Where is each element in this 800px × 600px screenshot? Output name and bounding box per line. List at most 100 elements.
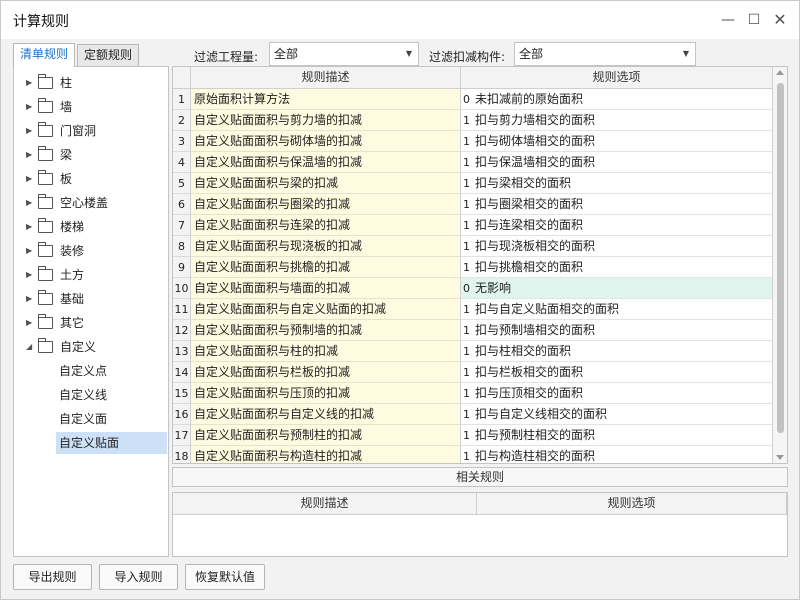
tree-node[interactable]: ▶ 梁: [14, 143, 168, 167]
caret-right-icon[interactable]: ▶: [26, 239, 32, 263]
rule-description: 自定义贴面面积与梁的扣减: [191, 173, 461, 194]
caret-down-icon[interactable]: ◢: [26, 335, 32, 359]
rule-option-cell[interactable]: 1 扣与圈梁相交的面积: [461, 194, 773, 215]
table-row: 14 自定义贴面面积与栏板的扣减 1 扣与栏板相交的面积: [173, 362, 773, 383]
table-row: 7 自定义贴面面积与连梁的扣减 1 扣与连梁相交的面积: [173, 215, 773, 236]
restore-defaults-button[interactable]: 恢复默认值: [185, 564, 265, 590]
rule-description: 原始面积计算方法: [191, 89, 461, 110]
caret-right-icon[interactable]: ▶: [26, 71, 32, 95]
table-row: 2 自定义贴面面积与剪力墙的扣减 1 扣与剪力墙相交的面积: [173, 110, 773, 131]
caret-right-icon[interactable]: ▶: [26, 287, 32, 311]
table-row: 9 自定义贴面面积与挑檐的扣减 1 扣与挑檐相交的面积: [173, 257, 773, 278]
tree-node[interactable]: ▶ 空心楼盖: [14, 191, 168, 215]
tree-node-label: 柱: [60, 76, 73, 90]
tree-node[interactable]: ▶ 基础: [14, 287, 168, 311]
rule-option-cell[interactable]: 1 扣与剪力墙相交的面积: [461, 110, 773, 131]
tree-node-label: 梁: [60, 148, 73, 162]
filter-project-select[interactable]: 全部 ▼: [269, 42, 419, 66]
row-number: 7: [173, 215, 191, 236]
scroll-down-icon[interactable]: [776, 455, 784, 460]
export-rules-button[interactable]: 导出规则: [13, 564, 92, 590]
caret-right-icon[interactable]: ▶: [26, 215, 32, 239]
chevron-down-icon: ▼: [405, 49, 412, 58]
tab-list-rules[interactable]: 清单规则: [13, 43, 76, 67]
filter-deduct-select[interactable]: 全部 ▼: [514, 42, 696, 66]
vertical-scrollbar[interactable]: [773, 67, 787, 463]
caret-right-icon[interactable]: ▶: [26, 119, 32, 143]
folder-icon: [37, 74, 53, 89]
rule-option-cell[interactable]: 1 扣与预制墙相交的面积: [461, 320, 773, 341]
rule-option-text: 扣与柱相交的面积: [475, 344, 572, 358]
tab-quota-rules[interactable]: 定额规则: [77, 44, 140, 66]
caret-right-icon[interactable]: ▶: [26, 263, 32, 287]
rule-option-cell[interactable]: 1 扣与柱相交的面积: [461, 341, 773, 362]
rule-option-code: 1: [463, 429, 470, 442]
caret-right-icon[interactable]: ▶: [26, 95, 32, 119]
tree-node[interactable]: ▶ 板: [14, 167, 168, 191]
option-column-header: 规则选项: [461, 67, 773, 89]
rule-option-cell[interactable]: 1 扣与砌体墙相交的面积: [461, 131, 773, 152]
rule-option-cell[interactable]: 1 扣与构造柱相交的面积: [461, 446, 773, 463]
rule-option-cell[interactable]: 1 扣与现浇板相交的面积: [461, 236, 773, 257]
rule-option-cell[interactable]: 1 扣与预制柱相交的面积: [461, 425, 773, 446]
caret-right-icon[interactable]: ▶: [26, 143, 32, 167]
caret-right-icon[interactable]: ▶: [26, 311, 32, 335]
tree-child-item[interactable]: 自定义贴面: [56, 432, 167, 454]
tree-node[interactable]: ◢ 自定义: [14, 335, 168, 359]
rule-option-cell[interactable]: 1 扣与连梁相交的面积: [461, 215, 773, 236]
tree-node[interactable]: ▶ 土方: [14, 263, 168, 287]
tree-child-item[interactable]: 自定义线: [56, 384, 107, 406]
maximize-icon[interactable]: ☐: [743, 9, 765, 31]
folder-icon: [37, 338, 53, 353]
rule-option-code: 1: [463, 408, 470, 421]
import-rules-button[interactable]: 导入规则: [99, 564, 178, 590]
caret-right-icon[interactable]: ▶: [26, 191, 32, 215]
caret-right-icon[interactable]: ▶: [26, 167, 32, 191]
tree-node[interactable]: ▶ 楼梯: [14, 215, 168, 239]
tree-child-item[interactable]: 自定义点: [56, 360, 107, 382]
rule-option-cell[interactable]: 1 扣与压顶相交的面积: [461, 383, 773, 404]
rule-option-code: 1: [463, 240, 470, 253]
tree-child-item[interactable]: 自定义面: [56, 408, 107, 430]
related-rules-bar[interactable]: 相关规则: [172, 467, 788, 487]
related-option-header: 规则选项: [477, 493, 787, 515]
scroll-thumb[interactable]: [777, 83, 784, 433]
rule-option-cell[interactable]: 0 未扣减前的原始面积: [461, 89, 773, 110]
rule-option-text: 扣与圈梁相交的面积: [475, 197, 584, 211]
tree-node[interactable]: ▶ 装修: [14, 239, 168, 263]
table-row: 13 自定义贴面面积与柱的扣减 1 扣与柱相交的面积: [173, 341, 773, 362]
rule-option-code: 1: [463, 198, 470, 211]
rule-option-text: 扣与自定义贴面相交的面积: [475, 302, 620, 316]
folder-icon: [37, 194, 53, 209]
rule-option-text: 扣与梁相交的面积: [475, 176, 572, 190]
tree-node[interactable]: ▶ 柱: [14, 71, 168, 95]
related-desc-header: 规则描述: [173, 493, 477, 515]
tree-node-label: 门窗洞: [60, 124, 97, 138]
table-row: 11 自定义贴面面积与自定义贴面的扣减 1 扣与自定义贴面相交的面积: [173, 299, 773, 320]
rule-option-cell[interactable]: 1 扣与栏板相交的面积: [461, 362, 773, 383]
row-number: 17: [173, 425, 191, 446]
rule-option-code: 1: [463, 156, 470, 169]
minimize-icon[interactable]: —: [717, 9, 739, 31]
rule-option-cell[interactable]: 1 扣与自定义贴面相交的面积: [461, 299, 773, 320]
rule-option-cell[interactable]: 1 扣与挑檐相交的面积: [461, 257, 773, 278]
tree-node[interactable]: ▶ 门窗洞: [14, 119, 168, 143]
tree-node-label: 土方: [60, 268, 85, 282]
rule-description: 自定义贴面面积与构造柱的扣减: [191, 446, 461, 463]
rule-description: 自定义贴面面积与现浇板的扣减: [191, 236, 461, 257]
table-row: 1 原始面积计算方法 0 未扣减前的原始面积: [173, 89, 773, 110]
close-icon[interactable]: ✕: [769, 9, 791, 31]
scroll-up-icon[interactable]: [776, 70, 784, 75]
rule-option-cell[interactable]: 1 扣与梁相交的面积: [461, 173, 773, 194]
rule-option-cell[interactable]: 0 无影响: [461, 278, 773, 299]
tree-node[interactable]: ▶ 墙: [14, 95, 168, 119]
table-row: 8 自定义贴面面积与现浇板的扣减 1 扣与现浇板相交的面积: [173, 236, 773, 257]
row-number: 3: [173, 131, 191, 152]
rule-option-code: 0: [463, 282, 470, 295]
row-number: 5: [173, 173, 191, 194]
row-number: 10: [173, 278, 191, 299]
row-number-header: [173, 67, 191, 89]
tree-node[interactable]: ▶ 其它: [14, 311, 168, 335]
rule-option-cell[interactable]: 1 扣与保温墙相交的面积: [461, 152, 773, 173]
rule-option-cell[interactable]: 1 扣与自定义线相交的面积: [461, 404, 773, 425]
